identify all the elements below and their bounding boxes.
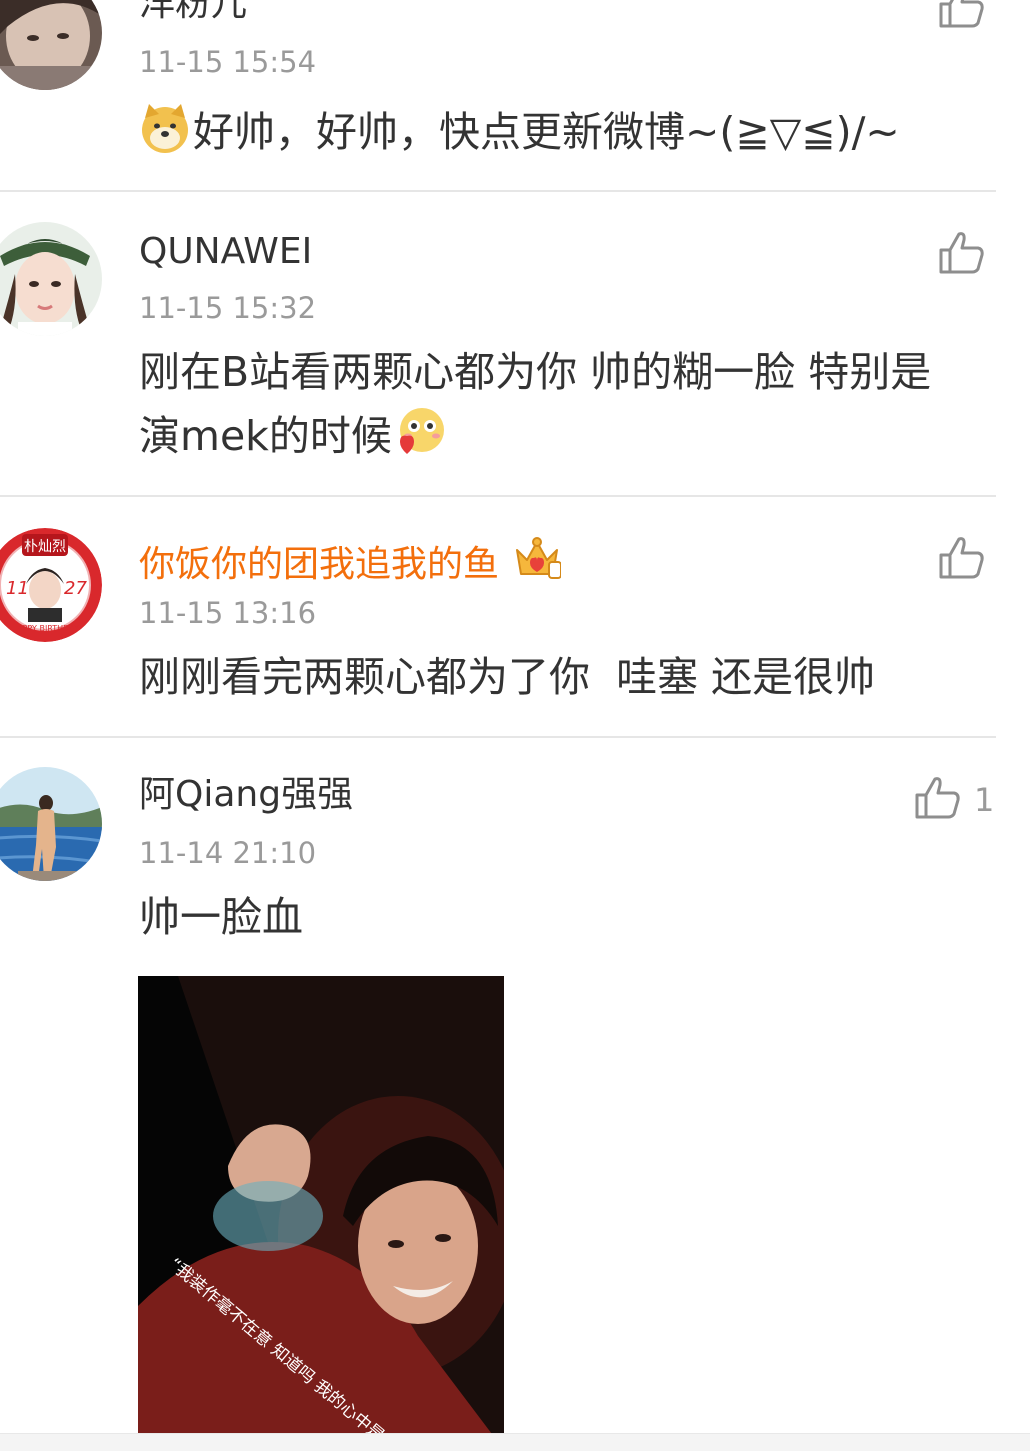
avatar[interactable]: 朴灿烈 11 27 HAPPY BIRTHDAY [0, 528, 102, 642]
comment-author[interactable]: 洋粉儿 [139, 0, 247, 22]
avatar-badge-bottom: HAPPY BIRTHDAY [11, 624, 79, 633]
comment-text: 刚刚看完两颗心都为了你 哇塞 还是很帅 [139, 653, 876, 701]
comment-time: 11-15 13:16 [139, 596, 317, 630]
doge-emoji [142, 104, 188, 153]
like-button[interactable] [937, 228, 987, 278]
thumbs-up-icon [939, 0, 984, 28]
comment-text-body: 刚在B站看两颗心都为你 帅的糊一脸 特别是演mek的时候 [139, 348, 932, 460]
like-count: 1 [974, 781, 995, 819]
bottom-bar [0, 1433, 1030, 1451]
avatar[interactable] [0, 0, 102, 90]
comment-text: 刚在B站看两颗心都为你 帅的糊一脸 特别是演mek的时候 [139, 340, 969, 468]
divider [0, 495, 996, 497]
comment-time: 11-15 15:54 [139, 45, 317, 79]
love-blush-emoji [399, 408, 444, 454]
photo-still: “我装作毫不在意 知道吗 我的心中是多么 [138, 976, 504, 1450]
thumbs-up-icon [915, 777, 960, 819]
comment-time: 11-14 21:10 [139, 836, 317, 870]
like-button[interactable] [937, 533, 987, 583]
comment-text: 好帅，好帅，快点更新微博~(≧▽≦)/~ [139, 100, 969, 164]
avatar[interactable] [0, 767, 102, 881]
comment-text: 帅一脸血 [139, 893, 303, 941]
avatar[interactable] [0, 222, 102, 336]
avatar-badge-name: 朴灿烈 [24, 539, 66, 555]
divider [0, 736, 996, 738]
comment-time: 11-15 15:32 [139, 291, 317, 325]
divider [0, 190, 996, 192]
like-button[interactable] [913, 773, 963, 823]
comment-author[interactable]: 你饭你的团我追我的鱼 [139, 536, 562, 585]
vip-crown-icon [516, 537, 562, 579]
like-button[interactable] [937, 0, 987, 32]
avatar-badge-right: 27 [64, 578, 87, 599]
comment-author[interactable]: QUNAWEI [139, 234, 312, 270]
comment-author[interactable]: 阿Qiang强强 [139, 777, 353, 813]
avatar-badge-left: 11 [6, 578, 29, 599]
comment-author-name: 你饭你的团我追我的鱼 [139, 544, 500, 585]
thumbs-up-icon [939, 537, 984, 579]
comment-image[interactable]: “我装作毫不在意 知道吗 我的心中是多么 [138, 976, 504, 1450]
comment-text-body: 好帅，好帅，快点更新微博~(≧▽≦)/~ [193, 108, 900, 156]
thumbs-up-icon [939, 232, 984, 274]
